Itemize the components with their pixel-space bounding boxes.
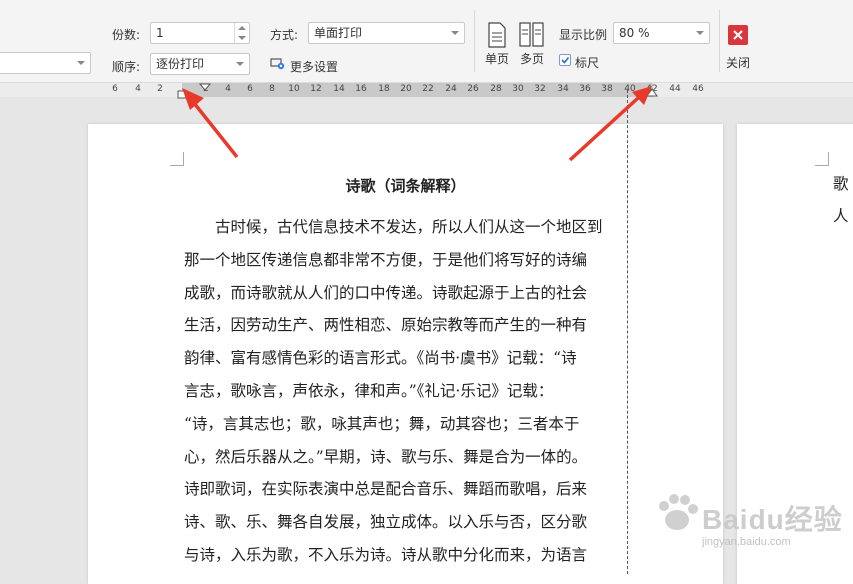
arrow-icon <box>568 86 652 162</box>
watermark-url: jingyan.baidu.com <box>702 536 791 548</box>
arrow-icon <box>182 88 239 159</box>
baidu-jingyan-watermark: Baidu经验 jingyan.baidu.com <box>654 480 849 570</box>
paw-logo-icon <box>659 494 698 530</box>
watermark-brand: Baidu经验 <box>702 504 843 535</box>
